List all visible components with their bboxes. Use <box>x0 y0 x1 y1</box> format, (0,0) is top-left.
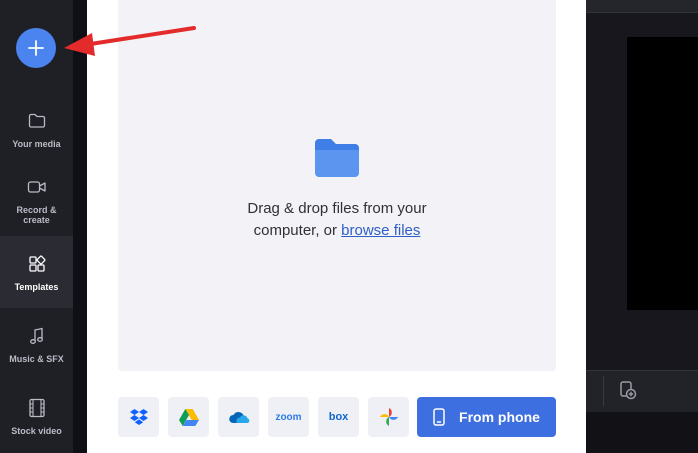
folder-icon <box>312 137 362 184</box>
import-media-modal: Drag & drop files from your computer, or… <box>87 0 586 453</box>
google-photos-button[interactable] <box>368 397 409 437</box>
video-camera-icon <box>27 177 47 197</box>
sidebar-item-templates[interactable]: Templates <box>0 236 73 308</box>
sidebar-item-label: Music & SFX <box>9 354 64 364</box>
sidebar-item-label: Your media <box>12 139 61 149</box>
box-logo: box <box>328 411 349 423</box>
sidebar-item-label: Templates <box>14 282 59 292</box>
add-scene-icon[interactable] <box>617 379 639 406</box>
from-phone-button[interactable]: From phone <box>417 397 556 437</box>
folder-icon <box>28 111 46 131</box>
google-drive-button[interactable] <box>168 397 209 437</box>
plus-icon <box>28 40 44 56</box>
dropbox-button[interactable] <box>118 397 159 437</box>
add-media-button[interactable] <box>16 28 56 68</box>
sidebar-item-your-media[interactable]: Your media <box>0 103 73 175</box>
sidebar-item-label: Record & create <box>16 205 57 225</box>
film-strip-icon <box>28 398 46 418</box>
google-photos-icon <box>379 408 398 426</box>
sidebar-item-music-sfx[interactable]: Music & SFX <box>0 318 73 390</box>
smartphone-icon <box>433 408 445 426</box>
onedrive-button[interactable] <box>218 397 259 437</box>
drop-instructions: Drag & drop files from your computer, or… <box>118 198 556 242</box>
sidebar: Your media Record & create Templates Mus… <box>0 0 73 453</box>
templates-icon <box>28 254 46 274</box>
sidebar-item-record-create[interactable]: Record & create <box>0 169 73 241</box>
video-preview <box>627 37 698 310</box>
onedrive-icon <box>228 412 249 423</box>
drop-text-line2: computer, or <box>253 222 342 239</box>
editor-top-bar <box>586 0 698 13</box>
zoom-button[interactable]: zoom <box>268 397 309 437</box>
dropbox-icon <box>129 409 148 425</box>
browse-files-link[interactable]: browse files <box>341 222 420 239</box>
from-phone-label: From phone <box>459 409 540 425</box>
toolbar-divider <box>603 376 604 406</box>
file-drop-zone[interactable]: Drag & drop files from your computer, or… <box>118 0 556 371</box>
sidebar-item-label: Stock video <box>11 426 62 436</box>
music-note-icon <box>29 326 45 346</box>
sidebar-item-stock-video[interactable]: Stock video <box>0 390 73 453</box>
google-drive-icon <box>178 408 199 426</box>
drop-text-line1: Drag & drop files from your <box>247 200 427 217</box>
zoom-logo: zoom <box>275 411 302 423</box>
box-button[interactable]: box <box>318 397 359 437</box>
